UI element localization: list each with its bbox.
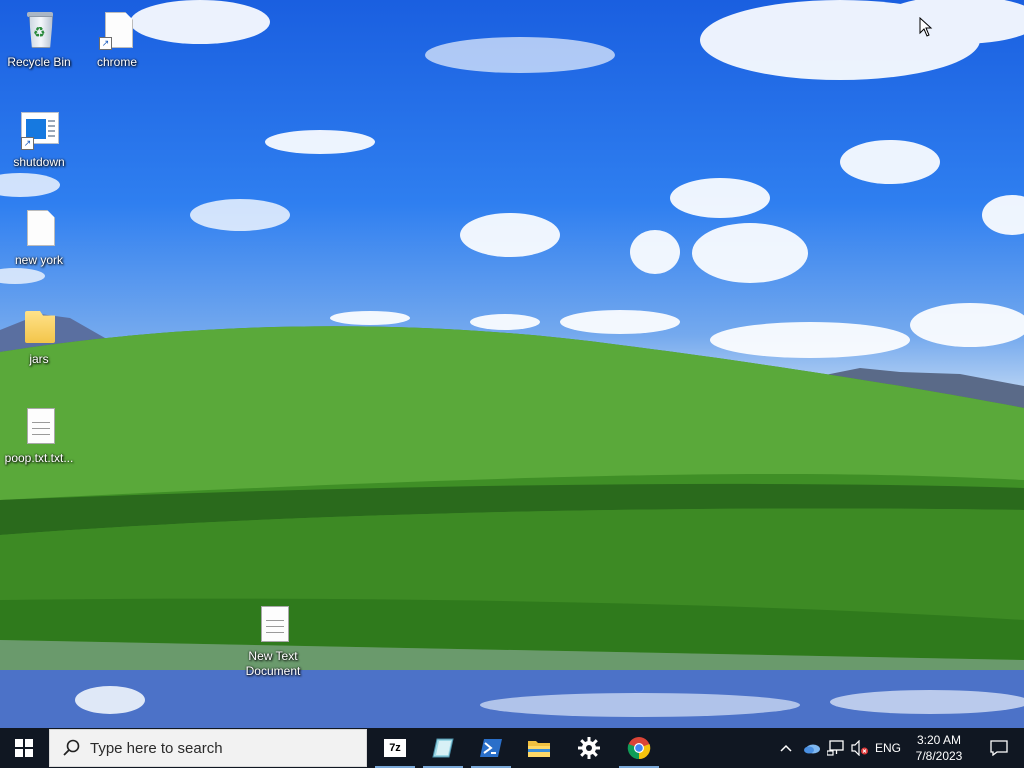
clock-time: 3:20 AM bbox=[916, 733, 962, 747]
desktop-icon-new-text-document[interactable]: New Text Document bbox=[235, 602, 311, 679]
desktop-icon-label: chrome bbox=[96, 55, 137, 69]
search-placeholder: Type here to search bbox=[90, 739, 223, 757]
gear-icon bbox=[578, 737, 600, 759]
7zip-glyph: 7z bbox=[389, 742, 401, 754]
taskbar-app-powershell[interactable] bbox=[467, 728, 515, 768]
show-hidden-icons-button[interactable] bbox=[776, 728, 796, 768]
7zip-icon: 7z bbox=[384, 739, 406, 757]
desktop-icon-recycle-bin[interactable]: ♻ Recycle Bin bbox=[1, 8, 77, 70]
input-language-indicator[interactable]: ENG bbox=[872, 728, 904, 768]
start-button[interactable] bbox=[0, 728, 48, 768]
powershell-icon bbox=[480, 739, 502, 757]
notepad-icon bbox=[432, 738, 454, 758]
file-explorer-icon bbox=[528, 741, 550, 757]
shortcut-arrow-icon: ↗ bbox=[99, 37, 112, 50]
search-icon bbox=[63, 739, 80, 756]
desktop-icon-jars[interactable]: jars bbox=[1, 305, 77, 367]
taskbar: Type here to search 7z ENG 3:20 AM 7/8/2… bbox=[0, 728, 1024, 768]
taskbar-app-file-explorer[interactable] bbox=[515, 728, 563, 768]
blank-file-icon bbox=[19, 206, 59, 250]
desktop-icon-label: poop.txt.txt... bbox=[4, 451, 74, 465]
language-label: ENG bbox=[874, 741, 901, 755]
volume-tray-button[interactable] bbox=[848, 728, 872, 768]
onedrive-tray-button[interactable] bbox=[800, 728, 824, 768]
taskbar-app-notepad[interactable] bbox=[419, 728, 467, 768]
chrome-icon bbox=[627, 737, 651, 760]
desktop-icon-label: Recycle Bin bbox=[7, 55, 71, 69]
onedrive-icon bbox=[804, 744, 820, 754]
desktop-icon-label: jars bbox=[29, 352, 49, 366]
chrome-shortcut-icon: ↗ bbox=[97, 8, 137, 52]
taskbar-app-chrome[interactable] bbox=[615, 728, 663, 768]
desktop-icon-poop-txt[interactable]: poop.txt.txt... bbox=[1, 404, 77, 466]
desktop-wallpaper bbox=[0, 0, 1024, 728]
desktop-icon-label: new york bbox=[14, 253, 64, 267]
chevron-up-icon bbox=[780, 744, 792, 752]
taskbar-clock[interactable]: 3:20 AM 7/8/2023 bbox=[906, 728, 972, 768]
taskbar-app-7zip[interactable]: 7z bbox=[371, 728, 419, 768]
taskbar-app-settings[interactable] bbox=[565, 728, 613, 768]
action-center-button[interactable] bbox=[974, 728, 1024, 768]
network-icon bbox=[827, 740, 844, 756]
notification-icon bbox=[990, 740, 1008, 756]
shortcut-arrow-icon: ↗ bbox=[21, 137, 34, 150]
volume-muted-icon bbox=[851, 740, 868, 756]
taskbar-search-box[interactable]: Type here to search bbox=[49, 729, 367, 767]
desktop-icon-label: New Text Document bbox=[245, 649, 301, 678]
desktop-icon-shutdown[interactable]: ↗ shutdown bbox=[1, 108, 77, 170]
mouse-cursor-icon bbox=[919, 16, 933, 42]
text-file-icon bbox=[19, 404, 59, 448]
clock-date: 7/8/2023 bbox=[915, 749, 963, 763]
shutdown-shortcut-icon: ↗ bbox=[19, 108, 59, 152]
desktop-icon-label: shutdown bbox=[13, 155, 65, 169]
network-tray-button[interactable] bbox=[824, 728, 848, 768]
desktop-icon-new-york[interactable]: new york bbox=[1, 206, 77, 268]
text-file-icon bbox=[253, 602, 293, 646]
recycle-bin-icon: ♻ bbox=[19, 8, 59, 52]
folder-icon bbox=[19, 305, 59, 349]
windows-logo-icon bbox=[15, 739, 33, 757]
desktop-icon-chrome[interactable]: ↗ chrome bbox=[79, 8, 155, 70]
